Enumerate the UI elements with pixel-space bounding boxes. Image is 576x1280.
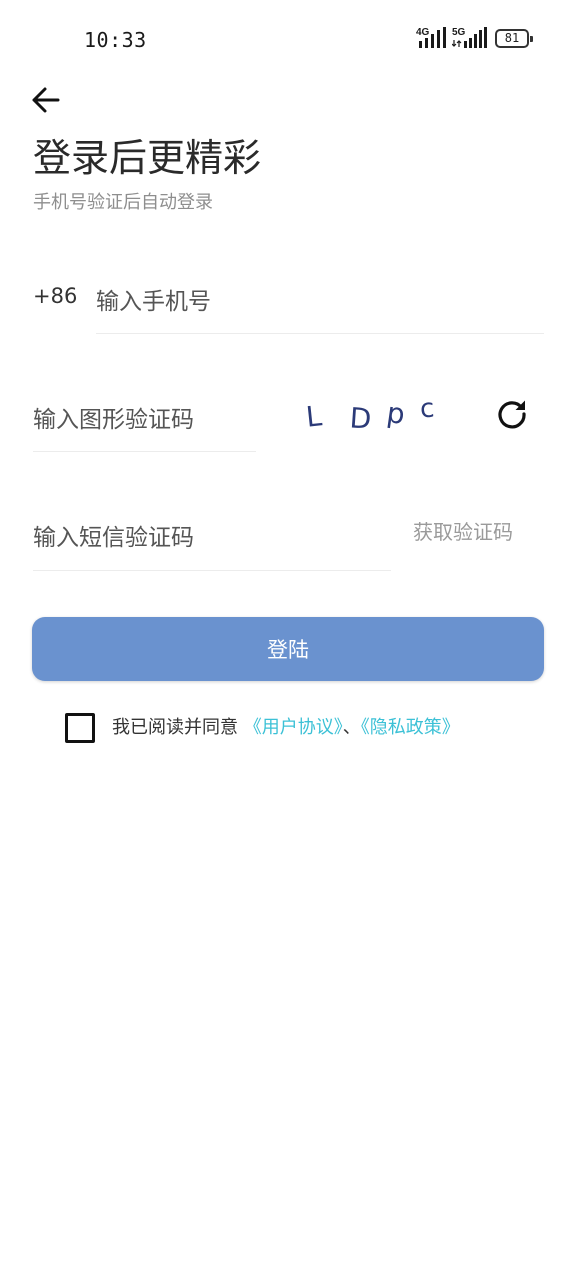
privacy-policy-link[interactable]: 《隐私政策》 (361, 717, 460, 738)
get-code-button[interactable]: 获取验证码 (413, 518, 513, 546)
agreement-separator: 、 (342, 717, 361, 738)
agreement-prefix: 我已阅读并同意 (112, 717, 238, 738)
status-time: 10:33 (84, 28, 147, 52)
status-bar: 10:33 4G 5G 81 (0, 0, 576, 78)
user-agreement-link[interactable]: 《用户协议》 (244, 717, 343, 738)
phone-input[interactable] (96, 270, 544, 334)
battery-icon: 81 (495, 29, 533, 48)
agreement-text: 我已阅读并同意 《用户协议》、《隐私政策》 (112, 715, 460, 741)
captcha-input[interactable] (33, 388, 256, 452)
captcha-char: p (385, 396, 407, 431)
arrow-left-icon (32, 87, 60, 113)
agree-checkbox[interactable] (65, 713, 95, 743)
login-button[interactable]: 登陆 (32, 617, 544, 681)
captcha-char: D (349, 401, 373, 435)
captcha-char: L (304, 399, 323, 433)
signal-bars-icon (419, 27, 446, 48)
page-title: 登录后更精彩 (33, 136, 262, 180)
battery-level: 81 (504, 31, 520, 45)
captcha-image[interactable]: L D p c (298, 388, 448, 438)
back-button[interactable] (26, 80, 66, 120)
captcha-char: c (419, 394, 435, 425)
refresh-captcha-button[interactable] (492, 394, 532, 434)
refresh-icon (498, 400, 526, 429)
sms-code-input[interactable] (33, 506, 391, 571)
page-subtitle: 手机号验证后自动登录 (33, 192, 213, 213)
signal-bars-icon (452, 27, 487, 48)
country-code: +86 (33, 284, 78, 308)
